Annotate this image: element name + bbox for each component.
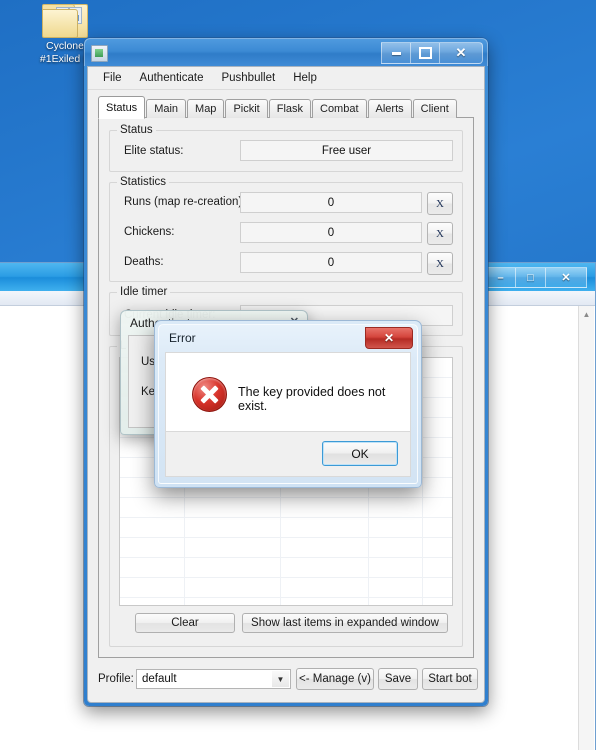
username-label: Us — [141, 356, 156, 368]
minimize-button[interactable] — [381, 42, 410, 64]
app-titlebar[interactable]: ✕ — [84, 38, 488, 66]
menu-item-authenticate[interactable]: Authenticate — [131, 69, 213, 87]
background-window-scrollbar[interactable]: ▲ — [578, 306, 594, 750]
tab-map[interactable]: Map — [187, 99, 225, 118]
statistics-group-caption: Statistics — [117, 176, 170, 188]
runs-value: 0 — [240, 192, 422, 213]
error-close-button[interactable]: ✕ — [365, 327, 413, 349]
tab-main[interactable]: Main — [146, 99, 187, 118]
table-row[interactable] — [120, 578, 452, 598]
chickens-value: 0 — [240, 222, 422, 243]
deaths-reset-button[interactable]: X — [427, 252, 453, 275]
tab-status[interactable]: Status — [98, 96, 146, 119]
status-group: Status Elite status: Free user — [109, 124, 463, 172]
profile-select-value: default — [142, 673, 177, 685]
background-maximize-button[interactable]: □ — [515, 267, 545, 288]
error-dialog-footer: OK — [165, 432, 411, 477]
error-message: The key provided does not exist. — [238, 385, 386, 413]
tab-strip: Status Main Map Pickit Flask Combat Aler… — [98, 96, 474, 119]
table-row[interactable] — [120, 538, 452, 558]
error-dialog: Error ✕ The key provided does not exist.… — [154, 320, 422, 488]
tab-client[interactable]: Client — [412, 99, 457, 118]
elite-status-label: Elite status: — [124, 145, 184, 157]
scroll-up-icon[interactable]: ▲ — [579, 306, 594, 322]
clear-button[interactable]: Clear — [135, 613, 235, 633]
tab-alerts[interactable]: Alerts — [367, 99, 412, 118]
idle-timer-group-caption: Idle timer — [117, 286, 171, 298]
tab-pickit[interactable]: Pickit — [225, 99, 268, 118]
chickens-label: Chickens: — [124, 226, 175, 238]
manage-button[interactable]: <- Manage (v) — [296, 668, 374, 690]
tab-flask[interactable]: Flask — [268, 99, 311, 118]
statistics-group: Statistics Runs (map re-creation): 0 X C… — [109, 176, 463, 282]
maximize-button[interactable] — [410, 42, 439, 64]
status-group-caption: Status — [117, 124, 156, 136]
window-controls: ✕ — [381, 42, 483, 64]
key-label: Ke — [141, 386, 156, 398]
menu-item-help[interactable]: Help — [284, 69, 326, 87]
error-dialog-content: The key provided does not exist. — [165, 352, 411, 432]
folder-icon — [42, 2, 88, 40]
bottom-bar: Profile: default ▼ <- Manage (v) Save St… — [98, 666, 478, 694]
error-icon — [192, 377, 227, 412]
runs-label: Runs (map re-creation): — [124, 196, 246, 208]
profile-label: Profile: — [98, 673, 134, 685]
deaths-value: 0 — [240, 252, 422, 273]
start-bot-button[interactable]: Start bot — [422, 668, 478, 690]
chickens-reset-button[interactable]: X — [427, 222, 453, 245]
elite-status-value: Free user — [240, 140, 453, 161]
show-expanded-window-button[interactable]: Show last items in expanded window — [242, 613, 448, 633]
menu-bar: File Authenticate Pushbullet Help — [88, 67, 484, 90]
profile-select[interactable]: default ▼ — [136, 669, 291, 689]
app-icon — [91, 45, 108, 62]
menu-item-pushbullet[interactable]: Pushbullet — [212, 69, 284, 87]
tab-combat[interactable]: Combat — [312, 99, 367, 118]
ok-button[interactable]: OK — [322, 441, 398, 466]
menu-item-file[interactable]: File — [94, 69, 131, 87]
deaths-label: Deaths: — [124, 256, 164, 268]
runs-reset-button[interactable]: X — [427, 192, 453, 215]
table-row[interactable] — [120, 598, 452, 605]
background-window-controls: – □ ✕ — [485, 267, 587, 288]
save-button[interactable]: Save — [378, 668, 418, 690]
table-row[interactable] — [120, 518, 452, 538]
table-row[interactable] — [120, 558, 452, 578]
screen: Cyclone #1Exiled B – □ ✕ ▲ ✕ File Authen… — [0, 0, 596, 750]
table-row[interactable] — [120, 498, 452, 518]
close-button[interactable]: ✕ — [439, 42, 483, 64]
chevron-down-icon[interactable]: ▼ — [272, 671, 289, 687]
error-dialog-title: Error — [169, 331, 196, 345]
background-close-button[interactable]: ✕ — [545, 267, 587, 288]
background-minimize-button[interactable]: – — [485, 267, 515, 288]
